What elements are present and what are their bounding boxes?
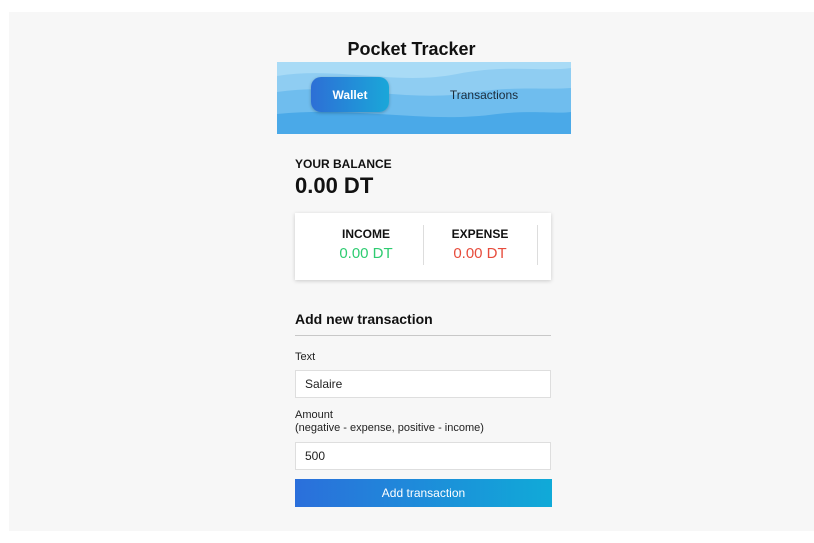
amount-input[interactable] — [295, 442, 551, 470]
tab-bar: Wallet Transactions — [277, 62, 571, 134]
text-field-label: Text — [295, 351, 316, 363]
balance-value: 0.00 DT — [295, 173, 374, 198]
income-summary: INCOME 0.00 DT — [309, 227, 423, 262]
income-expense-card: INCOME 0.00 DT EXPENSE 0.00 DT — [295, 213, 551, 280]
income-label: INCOME — [342, 227, 390, 241]
tab-wallet[interactable]: Wallet — [311, 77, 389, 112]
amount-field-hint: (negative - expense, positive - income) — [295, 422, 484, 434]
amount-field-label: Amount — [295, 409, 333, 421]
expense-summary: EXPENSE 0.00 DT — [423, 227, 537, 262]
balance-label: YOUR BALANCE — [295, 157, 392, 171]
text-input[interactable] — [295, 370, 551, 398]
income-amount: 0.00 DT — [339, 245, 393, 262]
page-background: Pocket Tracker Wallet Transactions YOUR … — [9, 12, 814, 531]
add-transaction-heading: Add new transaction — [295, 311, 551, 336]
expense-amount: 0.00 DT — [453, 245, 507, 262]
add-transaction-button[interactable]: Add transaction — [295, 479, 552, 507]
expense-label: EXPENSE — [451, 227, 509, 241]
app-title: Pocket Tracker — [347, 39, 476, 59]
tab-transactions[interactable]: Transactions — [439, 77, 529, 112]
summary-divider-end — [537, 225, 538, 265]
